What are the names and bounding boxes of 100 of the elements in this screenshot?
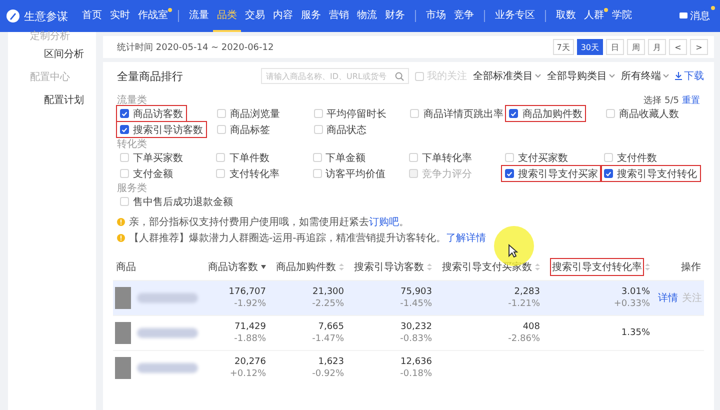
search-field[interactable]: 请输入商品名称、ID、URL或货号: [261, 68, 409, 84]
period-button[interactable]: 周: [627, 39, 645, 55]
sort-icon[interactable]: [535, 263, 540, 272]
metric-checkbox[interactable]: 访客平均价值: [310, 166, 388, 181]
table-cell-text: 3.01%: [620, 287, 650, 297]
table-cell-text: 2,283: [513, 287, 540, 297]
nav-tab[interactable]: 学院: [608, 0, 636, 32]
nav-tab[interactable]: 业务专区: [491, 0, 539, 32]
metric-checkbox[interactable]: 支付买家数: [502, 150, 571, 165]
nav-tab[interactable]: 实时: [106, 0, 134, 32]
product-photo-placeholder: [115, 322, 131, 344]
metric-checkbox[interactable]: 商品收藏人数: [603, 106, 682, 121]
period-button[interactable]: 日: [606, 39, 624, 55]
table-cell-text: 71,429: [234, 322, 266, 332]
metric-checkbox[interactable]: 搜索引导支付转化: [601, 166, 700, 181]
metric-checkbox[interactable]: 商品状态: [310, 122, 370, 137]
nav-tab[interactable]: 交易: [241, 0, 269, 32]
nav-tab[interactable]: 人群: [580, 0, 608, 32]
info-icon: [117, 234, 125, 242]
table-cell-text: 408: [522, 322, 540, 332]
check-icon: [510, 110, 518, 118]
change-percent: -1.47%: [311, 334, 344, 344]
nav-tab[interactable]: 首页: [78, 0, 106, 32]
table-row[interactable]: 20,276 +0.12% 1,623 -0.92% 12,636 -0.18%: [113, 350, 704, 385]
nav-tab[interactable]: 财务: [381, 0, 409, 32]
filter-label: 所有终端: [621, 70, 661, 83]
change-percent: -1.45%: [399, 299, 432, 309]
change-percent: -1.21%: [507, 299, 540, 309]
sort-descending-icon[interactable]: [261, 264, 266, 270]
caret-icon: [663, 74, 669, 78]
metric-checkbox[interactable]: 支付件数: [601, 150, 660, 165]
product-photo-placeholder: [115, 357, 131, 379]
notice-link[interactable]: 订购吧: [369, 217, 399, 228]
sort-icon[interactable]: [645, 263, 650, 272]
metric-checkbox[interactable]: 下单金额: [310, 150, 368, 165]
nav-tab[interactable]: 营销: [325, 0, 353, 32]
download-label: 下载: [684, 70, 704, 83]
nav-tab[interactable]: 流量: [185, 0, 213, 32]
metric-checkbox[interactable]: 支付金额: [117, 166, 176, 181]
table-row[interactable]: 71,429 -1.88% 7,665 -1.47% 30,232 -0.83% 408 -2.86% 1.35%: [113, 316, 704, 350]
notice-link[interactable]: 了解详情: [446, 233, 486, 244]
column-header[interactable]: 搜索引导访客数: [353, 259, 425, 275]
metric-checkbox[interactable]: 商品访客数: [117, 106, 186, 121]
notice-text: 亲，部分指标仅支持付费用户使用哦，如需使用赶紧去订购吧。: [129, 216, 409, 229]
column-header[interactable]: 商品访客数: [207, 259, 259, 275]
metric-checkbox[interactable]: 搜索引导访客数: [117, 122, 206, 137]
column-header: 商品: [115, 260, 137, 275]
sidebar-item[interactable]: 配置计划: [8, 90, 96, 116]
cursor-icon: [508, 244, 518, 258]
nav-tab[interactable]: 取数: [552, 0, 580, 32]
product-photo-placeholder: [115, 287, 131, 309]
caret-icon: [535, 74, 541, 78]
sort-icon[interactable]: [427, 263, 432, 272]
group-label: 转化类: [117, 138, 147, 151]
table-cell-text: 75,903: [400, 287, 432, 297]
nav-tab[interactable]: 市场: [422, 0, 450, 32]
filter-dropdown[interactable]: 所有终端: [621, 69, 669, 83]
column-header[interactable]: 商品加购件数: [275, 259, 337, 275]
nav-tab[interactable]: 物流: [353, 0, 381, 32]
metric-checkbox[interactable]: 商品浏览量: [214, 106, 283, 121]
period-button[interactable]: 30天: [576, 39, 603, 55]
message-label: 消息: [690, 10, 710, 23]
metric-checkbox[interactable]: 商品详情页跳出率: [407, 106, 506, 121]
sidebar-item[interactable]: 区间分析: [8, 44, 96, 70]
caret-icon: [609, 74, 615, 78]
table-cell-text: 1.35%: [620, 328, 650, 338]
period-button[interactable]: >: [690, 39, 708, 55]
sort-icon[interactable]: [339, 263, 344, 272]
nav-tab[interactable]: 品类: [213, 0, 241, 32]
change-percent: -0.83%: [399, 334, 432, 344]
notice-text: 【人群推荐】爆款潜力人群圈选-运用-再追踪，精准营销提升访客转化。了解详情: [129, 232, 486, 245]
nav-tab[interactable]: 竞争: [450, 0, 478, 32]
metric-checkbox[interactable]: 平均停留时长: [310, 106, 390, 121]
blurred-product-title: [136, 293, 198, 303]
period-button[interactable]: 月: [648, 39, 666, 55]
nav-tab[interactable]: 内容: [269, 0, 297, 32]
nav-tab[interactable]: 作战室: [134, 0, 172, 32]
blurred-product-title: [136, 328, 198, 338]
metric-checkbox[interactable]: 售中售后成功退款金额: [117, 194, 236, 209]
metric-checkbox[interactable]: 商品加购件数: [506, 106, 586, 121]
period-button[interactable]: <: [669, 39, 687, 55]
metric-checkbox[interactable]: 商品标签: [214, 122, 273, 137]
selection-count: 选择 5/5: [644, 94, 679, 106]
download-link[interactable]: 下载: [675, 69, 704, 83]
period-button[interactable]: 7天: [552, 39, 574, 55]
action-link[interactable]: 详情: [658, 293, 678, 304]
download-icon: [675, 72, 682, 80]
brand-name: 生意参谋: [24, 8, 68, 24]
table-cell-text: 7,665: [317, 322, 344, 332]
column-header[interactable]: 搜索引导支付买家数: [441, 259, 533, 275]
metric-checkbox[interactable]: 下单买家数: [117, 150, 186, 165]
message-link[interactable]: 消息: [679, 9, 714, 23]
search-icon: [395, 72, 404, 80]
metric-checkbox[interactable]: 下单件数: [213, 150, 272, 165]
metric-checkbox[interactable]: 支付转化率: [213, 166, 282, 181]
reset-link[interactable]: 重置: [682, 94, 700, 106]
metric-checkbox[interactable]: 下单转化率: [406, 150, 475, 165]
nav-tab[interactable]: 服务: [297, 0, 325, 32]
column-header[interactable]: 搜索引导支付转化率: [551, 259, 643, 275]
metric-checkbox[interactable]: 搜索引导支付买家: [502, 166, 601, 181]
